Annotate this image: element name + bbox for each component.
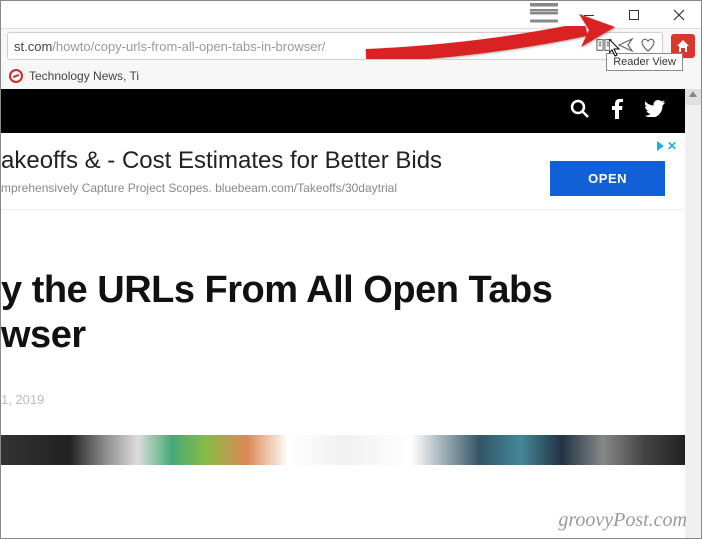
page-content: ✕ akeoffs & - Cost Estimates for Better …	[1, 89, 685, 538]
article-title: y the URLs From All Open Tabs wser	[1, 268, 685, 358]
article-body: y the URLs From All Open Tabs wser 1, 20…	[1, 218, 685, 465]
bookmark-item[interactable]: Technology News, Ti	[29, 69, 139, 83]
url-path: /howto/copy-urls-from-all-open-tabs-in-b…	[52, 39, 325, 54]
maximize-button[interactable]	[611, 1, 656, 29]
bookmarks-bar: Technology News, Ti	[1, 63, 701, 89]
ad-cta-button[interactable]: OPEN	[550, 161, 665, 196]
article-date: 1, 2019	[1, 392, 685, 407]
watermark: groovyPost.com	[558, 509, 687, 532]
facebook-icon[interactable]	[612, 99, 623, 124]
vivaldi-menu-icon[interactable]	[530, 1, 558, 29]
address-bar-row: st.com/howto/copy-urls-from-all-open-tab…	[1, 29, 701, 63]
article-hero-image	[1, 435, 685, 465]
search-icon[interactable]	[570, 99, 590, 124]
tooltip: Reader View	[606, 53, 683, 71]
site-header	[1, 89, 685, 133]
vertical-scrollbar[interactable]	[685, 89, 701, 538]
window-titlebar	[1, 1, 701, 29]
url-domain: st.com	[14, 39, 52, 54]
advertisement: ✕ akeoffs & - Cost Estimates for Better …	[1, 133, 685, 210]
address-bar[interactable]: st.com/howto/copy-urls-from-all-open-tab…	[7, 32, 663, 60]
close-button[interactable]	[656, 1, 701, 29]
ad-choices[interactable]: ✕	[657, 139, 677, 153]
minimize-button[interactable]	[566, 1, 611, 29]
bookmark-favicon	[9, 69, 23, 83]
twitter-icon[interactable]	[645, 100, 665, 122]
